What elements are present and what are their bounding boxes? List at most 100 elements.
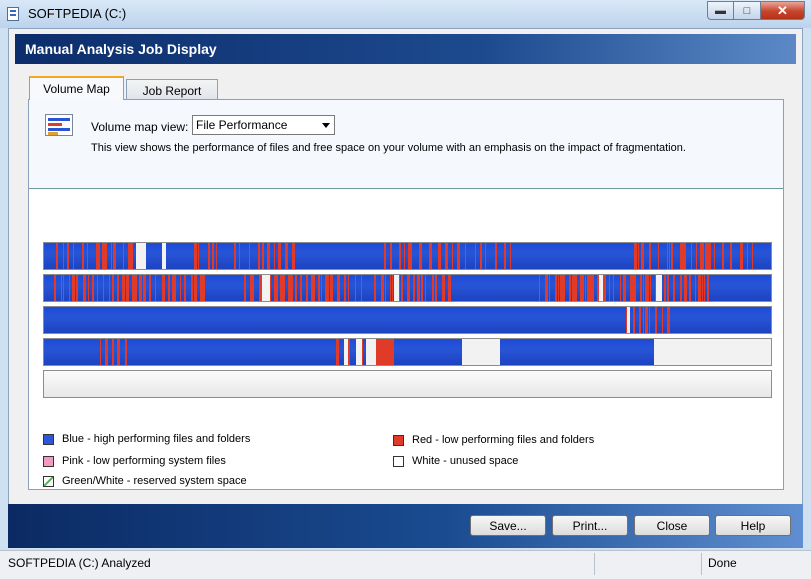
app-icon [7, 7, 19, 21]
maximize-button[interactable]: □ [734, 1, 761, 20]
map-segment [103, 275, 104, 301]
legend-label-white: White - unused space [412, 455, 519, 467]
map-segment [390, 243, 392, 269]
map-segment [328, 275, 329, 301]
map-segment [435, 275, 437, 301]
map-segment [569, 275, 571, 301]
map-segment [361, 275, 362, 301]
map-segment [208, 243, 210, 269]
map-segment [684, 275, 687, 301]
map-segment [667, 307, 670, 333]
map-segment [139, 275, 142, 301]
volume-map-panel: Volume map view: File Performance This v… [28, 99, 784, 490]
map-segment [330, 275, 333, 301]
view-description: This view shows the performance of files… [91, 142, 686, 154]
map-segment [475, 243, 476, 269]
map-segment [381, 275, 384, 301]
map-segment [385, 275, 386, 301]
legend-label-blue: Blue - high performing files and folders [62, 433, 251, 445]
volume-map-view-select[interactable]: File Performance [192, 115, 335, 135]
map-segment [650, 275, 651, 301]
status-text: SOFTPEDIA (C:) Analyzed [8, 556, 151, 570]
map-segment [134, 275, 137, 301]
map-segment [643, 307, 644, 333]
tab-job-report[interactable]: Job Report [126, 79, 218, 101]
legend-pink: Pink - low performing system files [43, 455, 226, 467]
map-segment [56, 243, 58, 269]
map-segment [97, 275, 98, 301]
map-segment [113, 243, 116, 269]
map-segment [603, 275, 606, 301]
map-segment [671, 243, 673, 269]
map-segment [76, 275, 78, 301]
map-segment [583, 275, 584, 301]
page-title: Manual Analysis Job Display [25, 41, 217, 57]
legend-swatch-pink [43, 455, 54, 467]
title-bar: SOFTPEDIA (C:) ▬ □ ✕ [0, 0, 811, 28]
map-segment [69, 275, 70, 301]
map-segment [421, 275, 423, 301]
status-bar: SOFTPEDIA (C:) Analyzed Done [0, 550, 811, 579]
map-segment [485, 243, 486, 269]
map-segment [125, 339, 127, 365]
map-segment [417, 275, 420, 301]
legend-white: White - unused space [393, 455, 518, 467]
volume-map-row-3 [43, 306, 772, 334]
map-segment [407, 275, 410, 301]
map-segment [609, 275, 610, 301]
map-segment [394, 275, 399, 301]
map-segment [442, 275, 445, 301]
map-segment [504, 243, 506, 269]
map-segment [282, 275, 285, 301]
map-segment [432, 275, 434, 301]
map-segment [180, 275, 181, 301]
status-divider [701, 553, 702, 575]
map-segment [627, 307, 630, 333]
map-segment [640, 275, 642, 301]
status-done: Done [708, 556, 737, 570]
print-button[interactable]: Print... [552, 515, 628, 536]
map-segment [654, 339, 771, 365]
map-segment [384, 243, 386, 269]
map-segment [447, 243, 448, 269]
map-segment [92, 275, 94, 301]
map-segment [425, 275, 426, 301]
map-segment [344, 275, 346, 301]
map-segment [136, 243, 146, 269]
minimize-button[interactable]: ▬ [707, 1, 734, 20]
map-segment [300, 275, 302, 301]
map-segment [709, 243, 711, 269]
save-button[interactable]: Save... [470, 515, 546, 536]
map-segment [707, 275, 709, 301]
maximize-icon: □ [743, 4, 751, 17]
map-segment [61, 275, 62, 301]
map-segment [549, 275, 550, 301]
tab-volume-map[interactable]: Volume Map [29, 76, 124, 100]
map-segment [613, 275, 614, 301]
map-segment [82, 243, 84, 269]
close-window-button[interactable]: ✕ [761, 1, 805, 20]
help-button[interactable]: Help [715, 515, 791, 536]
map-segment [404, 243, 405, 269]
map-segment [105, 243, 107, 269]
map-segment [413, 275, 415, 301]
map-segment [655, 307, 657, 333]
selected-view: File Performance [196, 118, 288, 132]
volume-map-row-4 [43, 338, 772, 366]
map-segment [374, 275, 376, 301]
map-segment [623, 275, 626, 301]
map-segment [468, 339, 500, 365]
map-segment [658, 243, 659, 269]
map-segment [175, 275, 176, 301]
map-segment [198, 243, 199, 269]
map-segment [585, 275, 586, 301]
close-button[interactable]: Close [634, 515, 710, 536]
window-controls: ▬ □ ✕ [707, 1, 805, 21]
map-segment [194, 243, 197, 269]
map-segment [392, 275, 393, 301]
legend-swatch-red [393, 434, 404, 446]
legend-swatch-green-white [43, 475, 54, 487]
map-segment [83, 275, 86, 301]
map-segment [258, 243, 260, 269]
map-segment [117, 339, 120, 365]
